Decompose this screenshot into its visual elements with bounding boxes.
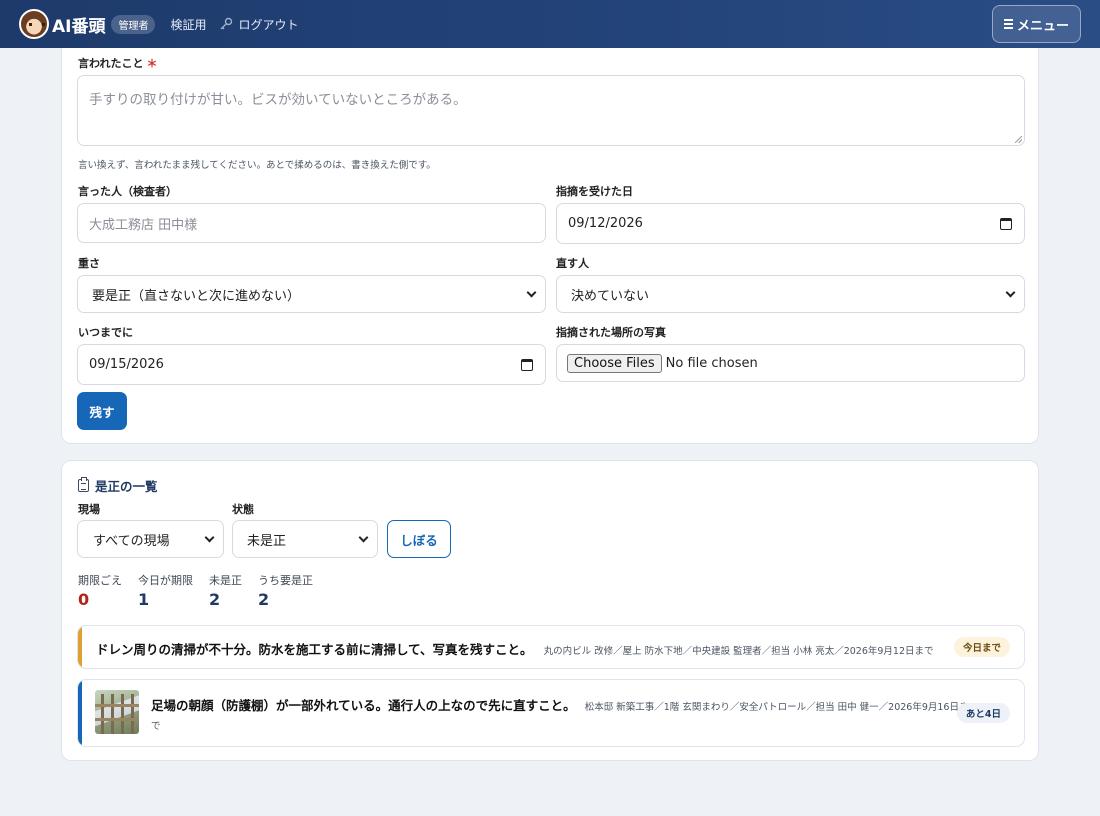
item-title: ドレン周りの清掃が不十分。防水を施工する前に清掃して、写真を残すこと。 bbox=[96, 642, 533, 657]
status-badge: 今日まで bbox=[953, 637, 1010, 657]
chevron-down-icon bbox=[526, 287, 537, 298]
item-text: ドレン周りの清掃が不十分。防水を施工する前に清掃して、写真を残すこと。 丸の内ビ… bbox=[96, 639, 936, 658]
list-item[interactable]: 足場の朝顔（防護棚）が一部外れている。通行人の上なので先に直すこと。 松本邸 新… bbox=[77, 679, 1025, 747]
item-accent-bar bbox=[78, 680, 82, 746]
correction-list-panel: 是正の一覧 現場 すべての現場 状態 未是正 しぼる 期限ごえ 0 今日が期限 … bbox=[61, 460, 1039, 761]
list-heading: 是正の一覧 bbox=[78, 476, 158, 495]
stat-open-value: 2 bbox=[209, 590, 221, 609]
correction-entry-form: 言われたこと＊ 手すりの取り付けが甘い。ビスが効いていないところがある。 言い換… bbox=[61, 30, 1039, 444]
brand-avatar-icon bbox=[19, 9, 49, 39]
item-text: 足場の朝顔（防護棚）が一部外れている。通行人の上なので先に直すこと。 松本邸 新… bbox=[151, 695, 968, 732]
said-label: 言われたこと＊ bbox=[78, 55, 157, 71]
list-item[interactable]: ドレン周りの清掃が不十分。防水を施工する前に清掃して、写真を残すこと。 丸の内ビ… bbox=[77, 625, 1025, 669]
stat-overdue-label: 期限ごえ bbox=[78, 574, 122, 587]
photo-label: 指摘された場所の写真 bbox=[556, 326, 666, 339]
item-meta: 松本邸 新築工事／1階 玄関まわり／安全パトロール／担当 田中 健一／2026年… bbox=[584, 702, 969, 713]
said-textarea-placeholder: 手すりの取り付けが甘い。ビスが効いていないところがある。 bbox=[89, 92, 467, 108]
file-status: No file chosen bbox=[665, 355, 758, 371]
state-filter-label: 状態 bbox=[232, 503, 254, 516]
chevron-down-icon bbox=[1005, 287, 1016, 298]
state-filter-select[interactable]: 未是正 bbox=[232, 520, 378, 558]
filter-button[interactable]: しぼる bbox=[387, 520, 451, 558]
stat-due-today-label: 今日が期限 bbox=[138, 574, 193, 587]
site-filter-value: すべての現場 bbox=[93, 533, 170, 549]
status-badge: あと4日 bbox=[956, 703, 1010, 723]
calendar-icon[interactable] bbox=[1000, 217, 1012, 230]
stat-overdue-value: 0 bbox=[78, 590, 90, 609]
menu-button[interactable]: メニュー bbox=[992, 5, 1081, 43]
said-label-text: 言われたこと bbox=[78, 57, 144, 70]
choose-files-button[interactable]: Choose Files bbox=[567, 353, 662, 373]
item-title: 足場の朝顔（防護棚）が一部外れている。通行人の上なので先に直すこと。 bbox=[151, 698, 576, 713]
severity-select-value: 要是正（直さないと次に進めない） bbox=[92, 288, 301, 304]
speaker-label: 言った人（検査者） bbox=[78, 185, 177, 198]
resize-handle-icon[interactable] bbox=[1015, 136, 1022, 143]
date-input-value: 09/12/2026 bbox=[568, 216, 643, 231]
list-title: 是正の一覧 bbox=[95, 479, 158, 494]
chevron-down-icon bbox=[358, 532, 369, 543]
speaker-input[interactable]: 大成工務店 田中様 bbox=[77, 203, 546, 243]
stat-required-label: うち要是正 bbox=[258, 574, 313, 587]
date-label: 指摘を受けた日 bbox=[556, 185, 633, 198]
fixer-select-value: 決めていない bbox=[571, 288, 650, 304]
key-icon bbox=[220, 17, 232, 30]
clipboard-icon bbox=[78, 477, 89, 492]
calendar-icon[interactable] bbox=[521, 358, 533, 371]
stat-due-today-value: 1 bbox=[138, 590, 150, 609]
menu-button-label: メニュー bbox=[1016, 18, 1069, 34]
fixer-select[interactable]: 決めていない bbox=[556, 275, 1025, 313]
stat-open-label: 未是正 bbox=[209, 574, 242, 587]
nav-link-verify[interactable]: 検証用 bbox=[170, 16, 206, 33]
hamburger-icon bbox=[1003, 19, 1013, 29]
due-date-value: 09/15/2026 bbox=[89, 357, 164, 372]
stat-required-value: 2 bbox=[258, 590, 270, 609]
chevron-down-icon bbox=[204, 532, 215, 543]
photo-thumbnail[interactable] bbox=[95, 690, 139, 734]
submit-button[interactable]: 残す bbox=[77, 392, 127, 430]
photo-file-input[interactable]: Choose Files No file chosen bbox=[556, 344, 1025, 382]
item-meta-continued: で bbox=[151, 721, 161, 732]
item-meta: 丸の内ビル 改修／屋上 防水下地／中央建設 監理者／担当 小林 亮太／2026年… bbox=[543, 646, 934, 657]
severity-label: 重さ bbox=[78, 257, 100, 270]
speaker-input-placeholder: 大成工務店 田中様 bbox=[89, 217, 198, 233]
severity-select[interactable]: 要是正（直さないと次に進めない） bbox=[77, 275, 546, 313]
said-textarea[interactable]: 手すりの取り付けが甘い。ビスが効いていないところがある。 bbox=[77, 75, 1025, 146]
said-hint: 言い換えず、言われたまま残してください。あとで揉めるのは、書き換えた側です。 bbox=[78, 160, 436, 171]
site-filter-label: 現場 bbox=[78, 503, 100, 516]
site-filter-select[interactable]: すべての現場 bbox=[77, 520, 224, 558]
role-badge: 管理者 bbox=[111, 14, 156, 34]
required-mark: ＊ bbox=[146, 57, 158, 70]
nav-link-logout[interactable]: ログアウト bbox=[239, 16, 299, 33]
fixer-label: 直す人 bbox=[556, 257, 589, 270]
item-accent-bar bbox=[78, 626, 82, 668]
brand-name[interactable]: AI番頭 bbox=[52, 12, 105, 37]
date-input[interactable]: 09/12/2026 bbox=[556, 203, 1025, 244]
state-filter-value: 未是正 bbox=[247, 533, 287, 549]
due-date-input[interactable]: 09/15/2026 bbox=[77, 344, 546, 385]
due-label: いつまでに bbox=[78, 326, 133, 339]
top-navigation-bar: AI番頭 管理者 検証用 ログアウト メニュー bbox=[0, 0, 1100, 48]
